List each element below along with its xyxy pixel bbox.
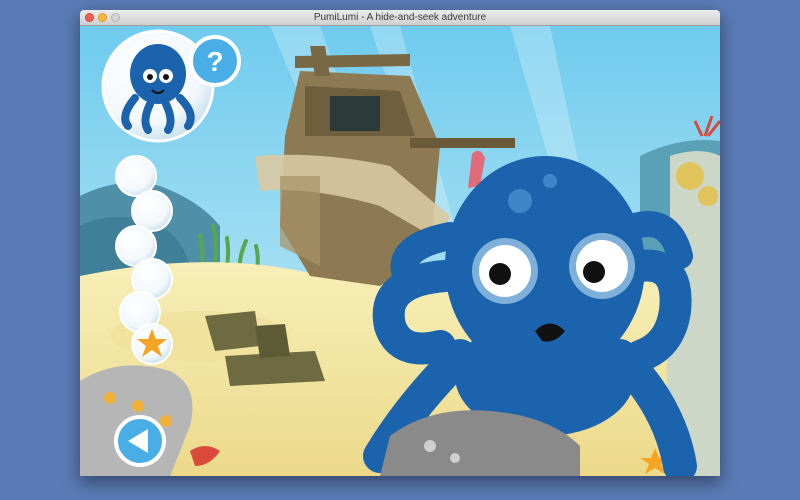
collectible-slot: [131, 190, 173, 232]
back-button[interactable]: [114, 415, 166, 467]
minimize-window-button[interactable]: [98, 13, 107, 22]
game-scene[interactable]: ?: [80, 26, 720, 476]
collectible-slot-filled: [131, 323, 173, 365]
title-bar: PumiLumi - A hide-and-seek adventure: [80, 10, 720, 26]
app-window: PumiLumi - A hide-and-seek adventure ?: [80, 10, 720, 476]
help-button[interactable]: ?: [189, 35, 241, 87]
window-title: PumiLumi - A hide-and-seek adventure: [313, 12, 487, 23]
question-mark-icon: ?: [206, 46, 223, 77]
rock-barnacle: [450, 453, 460, 463]
rock-barnacle: [424, 440, 436, 452]
close-window-button[interactable]: [85, 13, 94, 22]
zoom-window-button[interactable]: [111, 13, 120, 22]
collectible-slot: [115, 155, 157, 197]
